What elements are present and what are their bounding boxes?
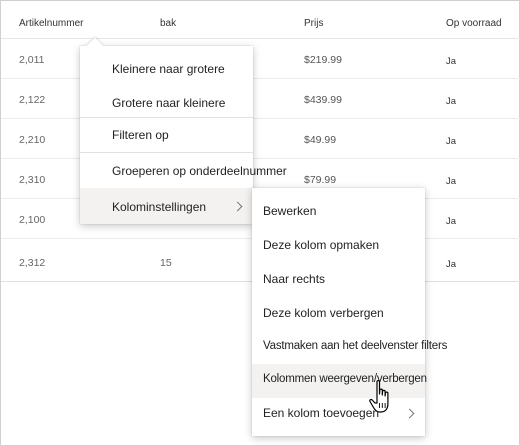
cell-op-voorraad: Ja [446,216,457,227]
menu-item-hide-column[interactable]: Deze kolom verbergen [252,302,425,324]
menu-item-edit[interactable]: Bewerken [252,200,425,222]
cell-prijs: $49.99 [304,134,337,146]
cell-prijs: $439.99 [304,94,342,106]
cell-prijs: $219.99 [304,54,342,66]
cell-artikelnummer: 2,011 [19,54,45,66]
table-row[interactable]: 2,011 $219.99 Ja [1,39,520,79]
menu-item-label: Groeperen op onderdeelnummer [112,164,287,178]
menu-item-column-settings[interactable]: Kolominstellingen [80,188,253,224]
cell-op-voorraad: Ja [446,56,457,67]
chevron-right-icon [404,408,415,419]
menu-item-sort-descending[interactable]: Grotere naar kleinere [80,94,253,114]
cell-op-voorraad: Ja [446,96,457,107]
column-header-row: Artikelnummer bak Prijs Op voorraad [1,1,520,39]
menu-item-label: Kolominstellingen [112,200,207,214]
column-settings-submenu: Bewerken Deze kolom opmaken Naar rechts … [252,188,447,436]
cell-artikelnummer: 2,100 [19,214,46,226]
menu-item-label: Bewerken [263,204,317,218]
menu-item-label: Kleinere naar grotere [112,62,225,76]
menu-item-label: Deze kolom verbergen [263,306,384,320]
hand-pointer-cursor-icon [369,380,389,413]
column-context-menu: Kleinere naar grotere Grotere naar klein… [80,46,287,224]
menu-item-label: Kolommen weergeven/verbergen [263,373,427,385]
cell-op-voorraad: Ja [446,136,457,147]
cell-artikelnummer: 2,310 [19,174,46,186]
column-header-bak[interactable]: bak [160,18,176,29]
menu-item-label: Filteren op [112,128,169,142]
menu-divider [80,152,253,153]
cell-op-voorraad: Ja [446,259,457,270]
cell-artikelnummer: 2,122 [19,94,46,106]
menu-item-label: Deze kolom opmaken [263,238,380,252]
table-row[interactable]: 2,122 $439.99 Ja [1,79,520,119]
menu-item-label: Vastmaken aan het deelvenster filters [263,340,448,352]
column-header-op-voorraad[interactable]: Op voorraad [446,18,502,29]
column-header-artikelnummer[interactable]: Artikelnummer [19,18,83,29]
column-header-prijs[interactable]: Prijs [304,18,323,29]
chevron-right-icon [232,201,243,212]
menu-item-label: Naar rechts [263,272,326,286]
menu-item-label: Een kolom toevoegen [263,406,380,420]
menu-item-pin-to-filters[interactable]: Vastmaken aan het deelvenster filters [252,336,447,358]
menu-item-move-right[interactable]: Naar rechts [252,268,425,290]
cell-bak: 15 [160,257,172,269]
menu-item-add-column[interactable]: Een kolom toevoegen [252,402,425,424]
menu-item-filter[interactable]: Filteren op [80,124,253,148]
menu-item-group[interactable]: Groeperen op onderdeelnummer [80,160,287,182]
cell-prijs: $79.99 [304,174,337,186]
menu-item-format-column[interactable]: Deze kolom opmaken [252,234,425,256]
cell-op-voorraad: Ja [446,176,457,187]
cell-artikelnummer: 2,210 [19,134,46,146]
menu-item-show-hide-columns[interactable]: Kolommen weergeven/verbergen [252,364,427,398]
menu-item-label: Grotere naar kleinere [112,96,226,110]
menu-item-sort-ascending[interactable]: Kleinere naar grotere [80,60,253,80]
cell-artikelnummer: 2,312 [19,257,46,269]
table-row[interactable]: 2,210 $49.99 Ja [1,119,520,159]
menu-divider [80,117,253,118]
